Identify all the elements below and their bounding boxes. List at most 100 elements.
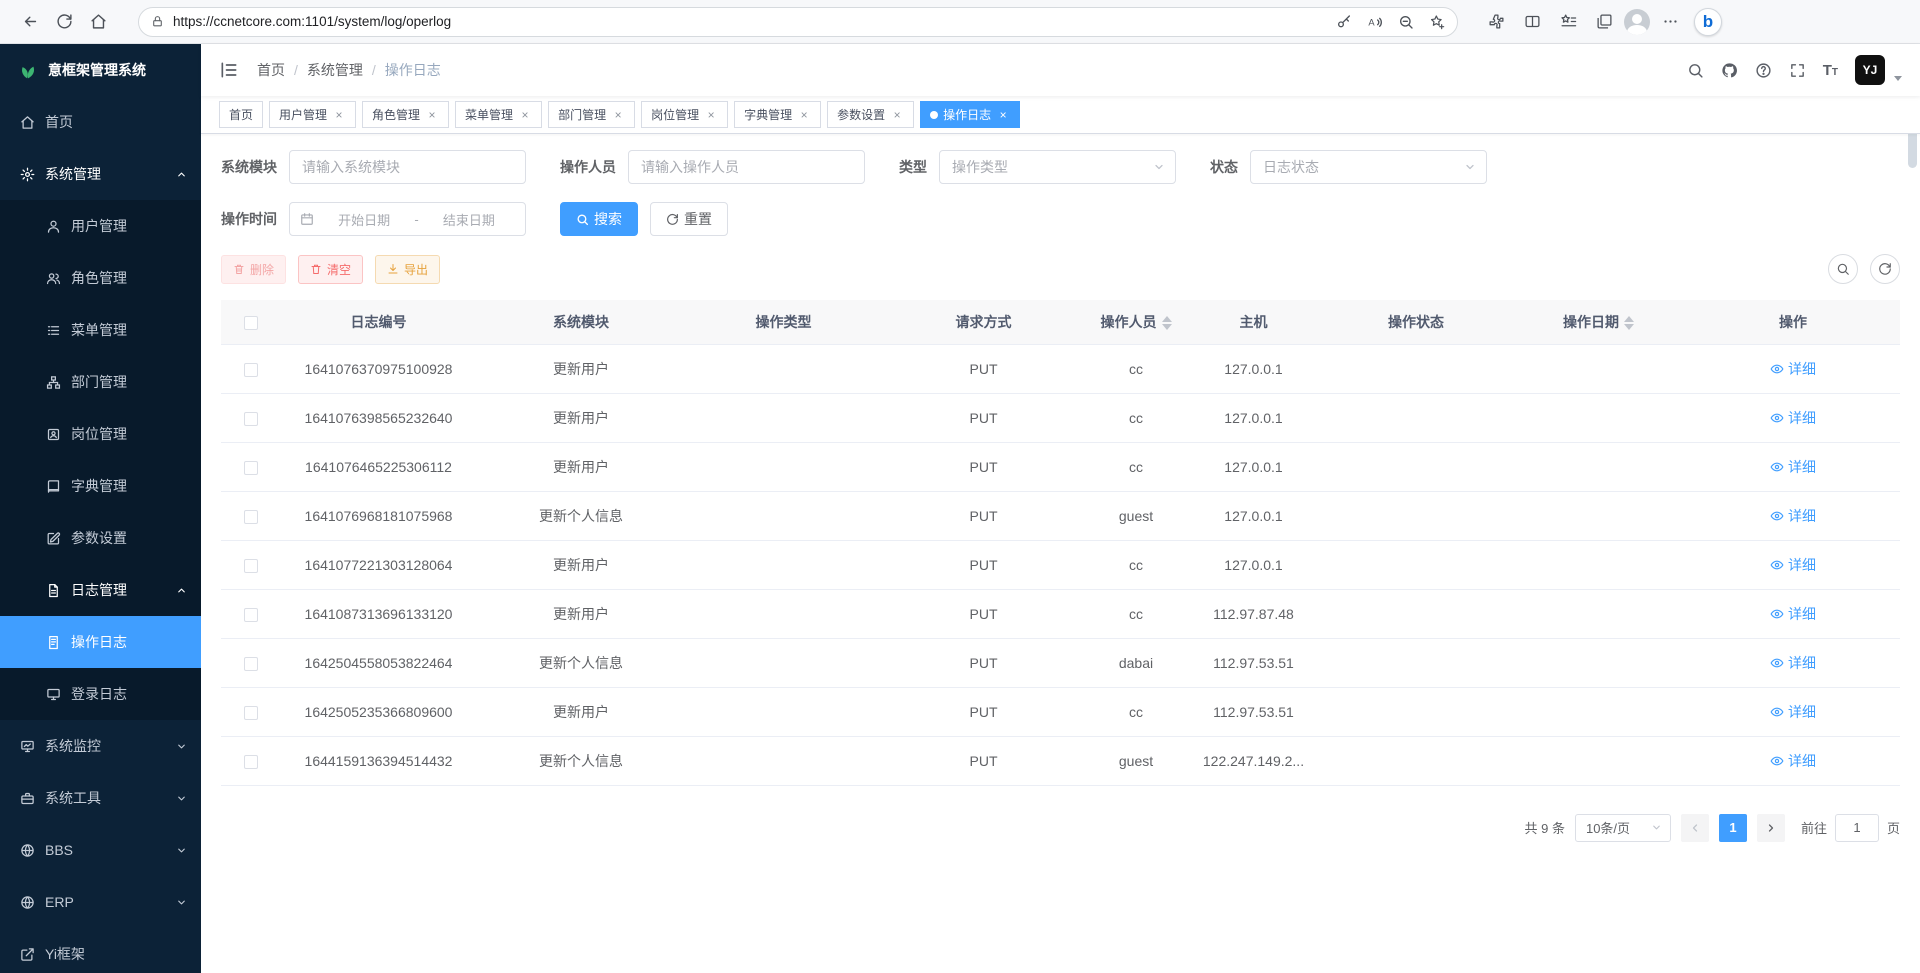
- sidebar-item-erp[interactable]: ERP: [0, 876, 201, 928]
- fullscreen-icon[interactable]: [1789, 62, 1806, 79]
- detail-link[interactable]: 详细: [1770, 506, 1816, 526]
- browser-menu-button[interactable]: [1654, 6, 1686, 38]
- date-range-input[interactable]: 开始日期 - 结束日期: [289, 202, 526, 236]
- next-page-button[interactable]: [1757, 814, 1785, 842]
- tab-home[interactable]: 首页: [219, 101, 263, 128]
- type-select[interactable]: 操作类型: [939, 150, 1176, 184]
- reset-button[interactable]: 重置: [650, 202, 728, 236]
- breadcrumb-system[interactable]: 系统管理: [307, 60, 363, 80]
- close-icon[interactable]: ×: [518, 108, 532, 122]
- col-operator[interactable]: 操作人员: [1086, 300, 1186, 344]
- tab-param-settings[interactable]: 参数设置×: [827, 101, 914, 128]
- extensions-button[interactable]: [1480, 6, 1512, 38]
- github-icon[interactable]: [1721, 62, 1738, 79]
- detail-link[interactable]: 详细: [1770, 702, 1816, 722]
- detail-link[interactable]: 详细: [1770, 604, 1816, 624]
- bing-copilot-icon[interactable]: b: [1694, 8, 1722, 36]
- sort-icon[interactable]: [1624, 316, 1634, 330]
- close-icon[interactable]: ×: [890, 108, 904, 122]
- sidebar-item-post-mgmt[interactable]: 岗位管理: [0, 408, 201, 460]
- sidebar-item-home[interactable]: 首页: [0, 96, 201, 148]
- current-page-button[interactable]: 1: [1719, 814, 1747, 842]
- read-aloud-icon[interactable]: A: [1367, 14, 1383, 30]
- sidebar-item-login-log[interactable]: 登录日志: [0, 668, 201, 720]
- browser-refresh-button[interactable]: [48, 6, 80, 38]
- app-logo[interactable]: 意框架管理系统: [0, 44, 201, 96]
- tab-menu-mgmt[interactable]: 菜单管理×: [455, 101, 542, 128]
- favorites-add-icon[interactable]: [1429, 14, 1445, 30]
- zoom-out-icon[interactable]: [1398, 14, 1414, 30]
- collections-button[interactable]: [1588, 6, 1620, 38]
- favorites-button[interactable]: [1552, 6, 1584, 38]
- row-checkbox[interactable]: [244, 412, 258, 426]
- row-checkbox[interactable]: [244, 363, 258, 377]
- row-checkbox[interactable]: [244, 755, 258, 769]
- sidebar-item-yi-framework[interactable]: Yi框架: [0, 928, 201, 973]
- sidebar-item-operation-log[interactable]: 操作日志: [0, 616, 201, 668]
- detail-link[interactable]: 详细: [1770, 457, 1816, 477]
- row-checkbox[interactable]: [244, 461, 258, 475]
- sidebar-item-system-tools[interactable]: 系统工具: [0, 772, 201, 824]
- tab-user-mgmt[interactable]: 用户管理×: [269, 101, 356, 128]
- close-icon[interactable]: ×: [797, 108, 811, 122]
- row-checkbox[interactable]: [244, 608, 258, 622]
- row-checkbox[interactable]: [244, 559, 258, 573]
- select-all-checkbox[interactable]: [244, 316, 258, 330]
- key-icon[interactable]: [1336, 14, 1352, 30]
- sidebar-item-system[interactable]: 系统管理: [0, 148, 201, 200]
- sidebar-item-menu-mgmt[interactable]: 菜单管理: [0, 304, 201, 356]
- refresh-table-button[interactable]: [1870, 254, 1900, 284]
- prev-page-button[interactable]: [1681, 814, 1709, 842]
- tab-role-mgmt[interactable]: 角色管理×: [362, 101, 449, 128]
- export-button[interactable]: 导出: [375, 255, 440, 284]
- goto-page-input[interactable]: [1835, 814, 1879, 842]
- sidebar-item-system-monitor[interactable]: 系统监控: [0, 720, 201, 772]
- sidebar-item-role-mgmt[interactable]: 角色管理: [0, 252, 201, 304]
- close-icon[interactable]: ×: [425, 108, 439, 122]
- address-bar[interactable]: https://ccnetcore.com:1101/system/log/op…: [138, 7, 1458, 37]
- operator-input[interactable]: [628, 150, 865, 184]
- sidebar-item-log-mgmt[interactable]: 日志管理: [0, 564, 201, 616]
- tab-dept-mgmt[interactable]: 部门管理×: [548, 101, 635, 128]
- close-icon[interactable]: ×: [611, 108, 625, 122]
- close-icon[interactable]: ×: [704, 108, 718, 122]
- sidebar-item-bbs[interactable]: BBS: [0, 824, 201, 876]
- sidebar-toggle-icon[interactable]: [219, 60, 239, 80]
- tab-dict-mgmt[interactable]: 字典管理×: [734, 101, 821, 128]
- split-screen-button[interactable]: [1516, 6, 1548, 38]
- row-checkbox[interactable]: [244, 706, 258, 720]
- browser-home-button[interactable]: [82, 6, 114, 38]
- col-date[interactable]: 操作日期: [1511, 300, 1686, 344]
- sort-icon[interactable]: [1162, 316, 1172, 330]
- user-dropdown-caret-icon[interactable]: [1894, 76, 1902, 81]
- page-size-select[interactable]: 10条/页: [1575, 814, 1671, 842]
- status-select[interactable]: 日志状态: [1250, 150, 1487, 184]
- row-checkbox[interactable]: [244, 657, 258, 671]
- browser-back-button[interactable]: [14, 6, 46, 38]
- toggle-search-button[interactable]: [1828, 254, 1858, 284]
- sidebar-item-user-mgmt[interactable]: 用户管理: [0, 200, 201, 252]
- detail-link[interactable]: 详细: [1770, 555, 1816, 575]
- close-icon[interactable]: ×: [332, 108, 346, 122]
- question-icon[interactable]: [1755, 62, 1772, 79]
- tab-post-mgmt[interactable]: 岗位管理×: [641, 101, 728, 128]
- search-icon[interactable]: [1687, 62, 1704, 79]
- tab-operation-log[interactable]: 操作日志×: [920, 101, 1020, 128]
- sidebar-item-dict-mgmt[interactable]: 字典管理: [0, 460, 201, 512]
- row-checkbox[interactable]: [244, 510, 258, 524]
- sidebar-item-dept-mgmt[interactable]: 部门管理: [0, 356, 201, 408]
- font-size-icon[interactable]: TT: [1823, 63, 1838, 78]
- detail-link[interactable]: 详细: [1770, 751, 1816, 771]
- sidebar-item-param-settings[interactable]: 参数设置: [0, 512, 201, 564]
- delete-button[interactable]: 删除: [221, 255, 286, 284]
- breadcrumb-home[interactable]: 首页: [257, 60, 285, 80]
- clear-button[interactable]: 清空: [298, 255, 363, 284]
- module-input[interactable]: [289, 150, 526, 184]
- detail-link[interactable]: 详细: [1770, 408, 1816, 428]
- close-icon[interactable]: ×: [996, 108, 1010, 122]
- detail-link[interactable]: 详细: [1770, 359, 1816, 379]
- user-avatar-logo[interactable]: YJ: [1855, 55, 1885, 85]
- search-button[interactable]: 搜索: [560, 202, 638, 236]
- profile-avatar[interactable]: [1624, 9, 1650, 35]
- detail-link[interactable]: 详细: [1770, 653, 1816, 673]
